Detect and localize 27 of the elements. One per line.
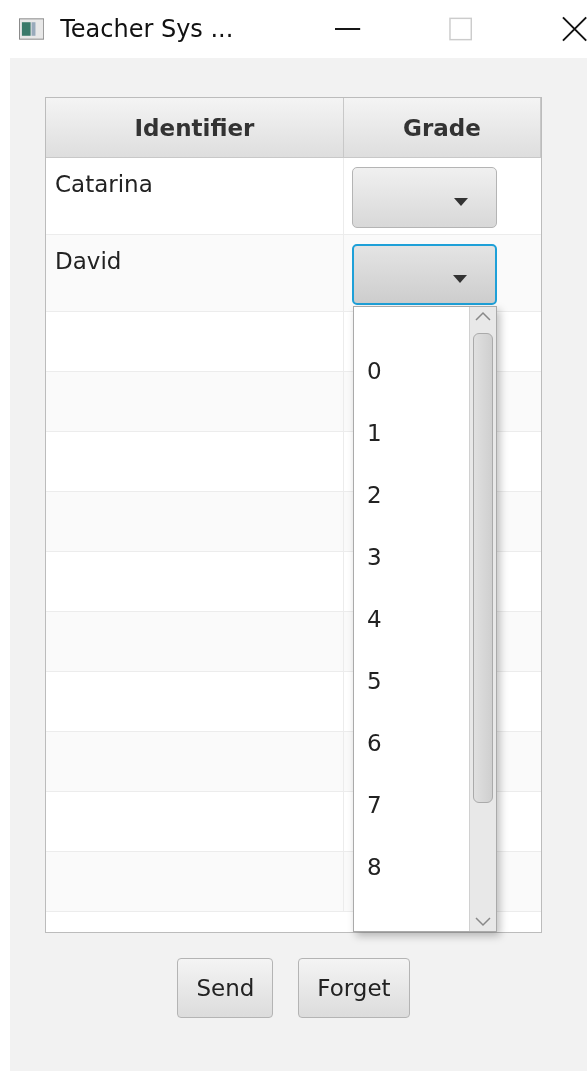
list-item[interactable]: 7 <box>354 774 469 836</box>
table-cell: David <box>46 235 344 311</box>
close-icon[interactable] <box>561 16 587 42</box>
table-cell: Catarina <box>46 158 344 234</box>
action-button[interactable]: Send <box>177 958 274 1018</box>
scrollbar-thumb[interactable] <box>473 333 493 803</box>
scroll-up-icon[interactable] <box>474 311 492 321</box>
scroll-down-icon[interactable] <box>474 917 492 927</box>
list-item[interactable]: 2 <box>354 464 469 526</box>
window-title: Teacher Sys ... <box>60 15 235 43</box>
column-header[interactable]: Grade <box>344 98 541 157</box>
grade-dropdown[interactable] <box>352 244 497 305</box>
caret-icon <box>454 197 468 206</box>
app-icon <box>19 18 45 40</box>
list-item[interactable]: 5 <box>354 650 469 712</box>
column-header[interactable]: Identifier <box>46 98 344 157</box>
caret-icon <box>453 274 467 283</box>
list-item[interactable]: 6 <box>354 712 469 774</box>
minimize-icon[interactable] <box>335 27 361 31</box>
scrollbar[interactable] <box>469 307 496 931</box>
list-item[interactable]: 4 <box>354 588 469 650</box>
list-item[interactable]: 8 <box>354 836 469 898</box>
list-item[interactable]: 3 <box>354 526 469 588</box>
action-button[interactable]: Forget <box>298 958 410 1018</box>
list-item[interactable]: 0 <box>354 340 469 402</box>
list-item[interactable]: 1 <box>354 402 469 464</box>
grade-dropdown[interactable] <box>352 167 497 228</box>
